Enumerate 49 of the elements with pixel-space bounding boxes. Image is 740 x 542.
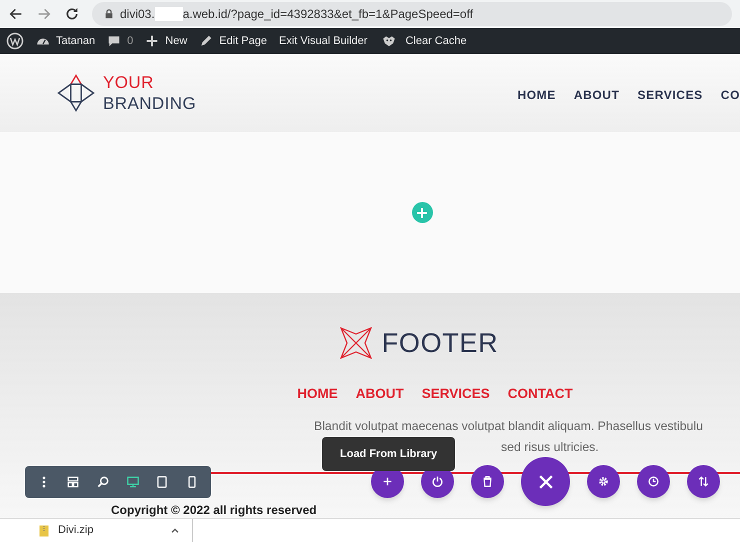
- diamond-logo-icon: [55, 72, 97, 114]
- gear-icon: [597, 475, 610, 488]
- admin-bar-link[interactable]: Edit Page: [219, 32, 267, 50]
- plus-icon: [381, 475, 394, 488]
- footer-nav-link[interactable]: ABOUT: [356, 384, 404, 404]
- lock-icon: [104, 9, 114, 19]
- wordpress-logo-icon[interactable]: [6, 32, 24, 50]
- url-text: a.web.id/?page_id=4392833&et_fb=1&PageSpeed=off: [182, 6, 474, 23]
- copyright-text: Copyright © 2022 all rights reserved: [111, 502, 317, 519]
- admin-bar-link[interactable]: Exit Visual Builder: [279, 32, 368, 50]
- comment-icon: [107, 34, 122, 48]
- brand-name: BRANDING: [103, 93, 196, 114]
- paragraph-text: sed risus ultricies.: [501, 439, 599, 456]
- nav-link[interactable]: CO: [720, 86, 740, 104]
- tablet-icon: [155, 475, 170, 489]
- monitor-icon: [126, 475, 140, 489]
- footer-brand-name: FOOTER: [382, 327, 498, 360]
- power-icon: [431, 475, 444, 488]
- layout-grid-icon: [66, 475, 80, 489]
- admin-bar-link[interactable]: Tatanan: [56, 32, 96, 50]
- trash-icon: [481, 475, 494, 488]
- brand-name: YOUR: [103, 72, 155, 93]
- comment-count: 0: [127, 34, 134, 49]
- footer-nav-link[interactable]: HOME: [297, 384, 338, 404]
- nav-link[interactable]: HOME: [517, 86, 556, 104]
- star-outline-logo-icon: [338, 325, 374, 362]
- footer-nav-link[interactable]: SERVICES: [422, 384, 490, 404]
- footer-nav-link[interactable]: CONTACT: [508, 384, 573, 404]
- magnifier-icon: [96, 475, 110, 489]
- pencil-icon: [199, 34, 214, 48]
- plus-icon: [417, 208, 427, 218]
- clock-icon: [647, 475, 660, 488]
- address-bar[interactable]: divi03. a.web.id/?page_id=4392833&et_fb=1&PageSpeed=off: [92, 2, 732, 26]
- caret-icon[interactable]: [170, 526, 180, 536]
- up-down-arrows-icon: [697, 475, 710, 488]
- url-text: divi03.: [120, 6, 155, 23]
- file-name[interactable]: Divi.zip: [58, 522, 94, 539]
- redaction-block: [154, 7, 183, 21]
- reload-icon[interactable]: [64, 6, 80, 22]
- back-icon[interactable]: [8, 6, 24, 22]
- admin-bar-link[interactable]: Clear Cache: [405, 32, 467, 50]
- tooltip: Load From Library: [322, 437, 456, 471]
- zip-file-icon: [38, 524, 50, 538]
- nav-link[interactable]: ABOUT: [574, 86, 620, 104]
- plus-icon: [145, 34, 160, 48]
- forward-icon[interactable]: [36, 6, 52, 22]
- paragraph-text: Blandit volutpat maecenas volutpat blandit aliquam. Phasellus vestibulu: [314, 418, 703, 435]
- admin-bar-link[interactable]: New: [165, 32, 188, 50]
- nav-link[interactable]: SERVICES: [638, 86, 703, 104]
